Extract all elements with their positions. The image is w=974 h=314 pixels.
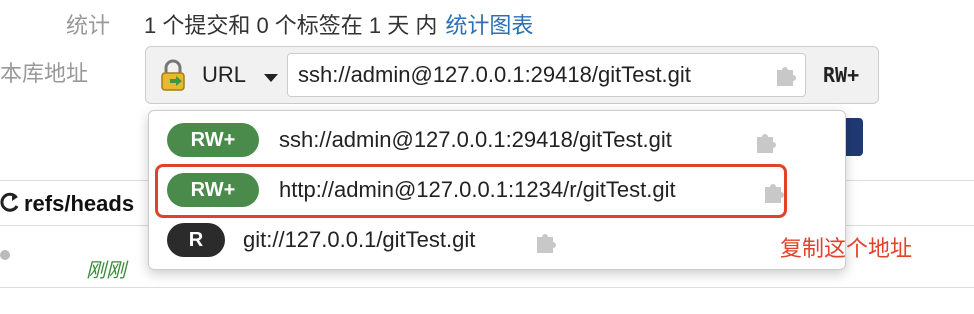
repo-url-bar: URL ssh://admin@127.0.0.1:29418/gitTest.… xyxy=(145,46,879,104)
repo-url-field[interactable]: ssh://admin@127.0.0.1:29418/gitTest.git xyxy=(287,53,806,97)
copy-puzzle-icon[interactable] xyxy=(533,229,559,255)
dropdown-url[interactable]: ssh://admin@127.0.0.1:29418/gitTest.git xyxy=(279,127,672,153)
row-divider xyxy=(0,287,974,288)
branch-label[interactable]: refs/heads xyxy=(24,191,134,217)
commit-time: 刚刚 xyxy=(86,260,126,282)
protocol-select[interactable]: URL xyxy=(202,62,246,88)
dropdown-item-ssh[interactable]: RW+ ssh://admin@127.0.0.1:29418/gitTest.… xyxy=(149,117,845,165)
dropdown-url[interactable]: git://127.0.0.1/gitTest.git xyxy=(243,227,475,253)
permission-badge: RW+ xyxy=(167,123,259,157)
stats-label: 统计 xyxy=(66,13,111,38)
stats-summary-text: 1 个提交和 0 个标签在 1 天 内 xyxy=(144,13,438,38)
repo-url-text[interactable]: ssh://admin@127.0.0.1:29418/gitTest.git xyxy=(298,62,691,88)
commit-dot-icon xyxy=(0,250,10,260)
dropdown-item-git[interactable]: R git://127.0.0.1/gitTest.git xyxy=(149,217,845,265)
copy-puzzle-icon[interactable] xyxy=(773,62,799,88)
permission-label: RW+ xyxy=(823,63,860,87)
annotation-text: 复制这个地址 xyxy=(780,236,913,261)
caret-down-icon[interactable] xyxy=(264,74,278,82)
lock-icon xyxy=(161,59,185,91)
refresh-icon[interactable] xyxy=(0,191,20,213)
stats-chart-link[interactable]: 统计图表 xyxy=(445,13,533,38)
permission-badge: R xyxy=(167,223,225,257)
copy-puzzle-icon[interactable] xyxy=(753,129,779,155)
highlight-box xyxy=(155,164,787,218)
stats-summary: 1 个提交和 0 个标签在 1 天 内统计图表 xyxy=(144,8,533,40)
repo-address-label: 版本库地址 xyxy=(0,61,89,86)
